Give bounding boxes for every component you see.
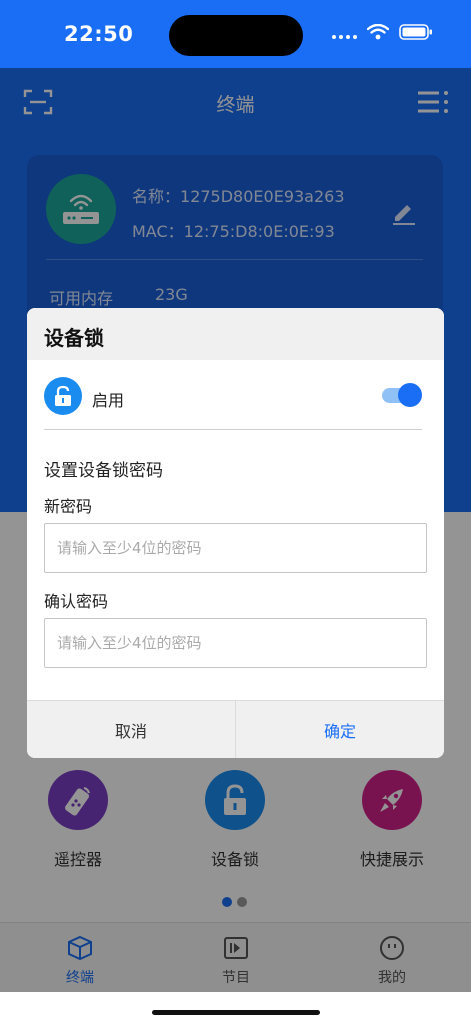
- dialog-title: 设备锁: [27, 308, 444, 360]
- cancel-button[interactable]: 取消: [27, 701, 236, 758]
- toggle-knob: [398, 383, 422, 407]
- wifi-icon: [367, 24, 389, 40]
- battery-icon: [399, 24, 432, 40]
- enable-label: 启用: [92, 391, 125, 410]
- status-time: 22:50: [64, 22, 134, 46]
- section-title: 设置设备锁密码: [44, 461, 163, 481]
- device-lock-dialog: 设备锁 启用 设置设备锁密码 新密码 确认密码 取消 确定: [27, 308, 444, 758]
- signal-icon: [332, 25, 357, 39]
- status-bar: 22:50: [0, 0, 471, 68]
- home-indicator[interactable]: [152, 1010, 320, 1015]
- dynamic-island: [169, 15, 303, 56]
- new-password-label: 新密码: [44, 497, 93, 516]
- enable-row: 启用: [44, 377, 422, 417]
- lock-icon: [44, 377, 82, 415]
- row-divider: [44, 429, 422, 430]
- confirm-password-label: 确认密码: [44, 592, 109, 611]
- confirm-password-input[interactable]: [44, 618, 427, 668]
- new-password-input[interactable]: [44, 523, 427, 573]
- dialog-footer: 取消 确定: [27, 700, 444, 758]
- confirm-button[interactable]: 确定: [236, 701, 444, 758]
- status-icons: [332, 24, 433, 40]
- enable-toggle[interactable]: [380, 383, 422, 407]
- home-area: [0, 992, 471, 1024]
